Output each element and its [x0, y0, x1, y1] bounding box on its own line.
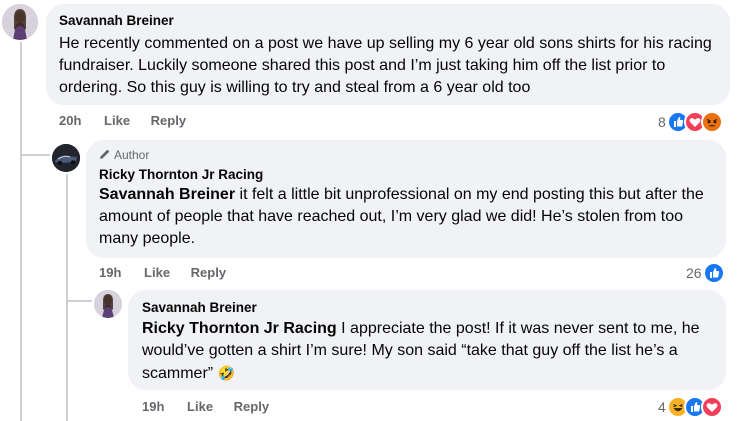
like-button[interactable]: Like: [144, 265, 170, 280]
like-button[interactable]: Like: [187, 399, 213, 414]
comment-text: He recently commented on a post we have …: [59, 35, 712, 96]
mention-link[interactable]: Savannah Breiner: [99, 186, 235, 203]
comment-timestamp[interactable]: 19h: [99, 265, 121, 280]
avatar-savannah[interactable]: [2, 4, 38, 40]
author-badge: Author: [99, 148, 149, 162]
rofl-emoji: 🤣: [217, 365, 235, 381]
thread-line-elbow-1: [20, 154, 50, 156]
pencil-icon: [100, 149, 110, 159]
reaction-count: 26: [686, 265, 702, 281]
avatar-ricky-thornton-jr-racing[interactable]: [52, 144, 80, 172]
reply-button[interactable]: Reply: [234, 399, 269, 414]
reply-button[interactable]: Reply: [191, 265, 226, 280]
comment-text: Savannah Breiner it felt a little bit un…: [99, 184, 719, 250]
reaction-count: 4: [658, 399, 666, 415]
angry-icon: [700, 111, 723, 133]
comment-actions-3: 19h Like Reply: [142, 399, 286, 414]
author-badge-label: Author: [114, 148, 150, 162]
reaction-count: 8: [658, 114, 666, 130]
comment-text: Ricky Thornton Jr Racing I appreciate th…: [142, 318, 720, 385]
comment-author-name[interactable]: Savannah Breiner: [142, 300, 257, 315]
comment-timestamp[interactable]: 20h: [59, 113, 81, 128]
thread-line-main: [20, 42, 22, 421]
comment-author-name[interactable]: Savannah Breiner: [59, 13, 174, 28]
mention-link[interactable]: Ricky Thornton Jr Racing: [142, 320, 337, 337]
like-button[interactable]: Like: [104, 113, 130, 128]
comment-actions-2: 19h Like Reply: [99, 265, 243, 280]
love-icon: [700, 396, 723, 418]
comment-actions-1: 20h Like Reply: [59, 113, 203, 128]
reaction-summary-2[interactable]: 26: [686, 262, 725, 284]
reaction-summary-1[interactable]: 8: [658, 111, 723, 133]
comment-author-name[interactable]: Ricky Thornton Jr Racing: [99, 167, 263, 182]
avatar-savannah[interactable]: [94, 290, 122, 318]
reply-button[interactable]: Reply: [151, 113, 186, 128]
comment-timestamp[interactable]: 19h: [142, 399, 164, 414]
reaction-summary-3[interactable]: 4: [658, 396, 723, 418]
like-icon: [702, 262, 725, 284]
thread-line-elbow-2: [66, 300, 92, 302]
thread-line-connector-1: [20, 132, 22, 156]
thread-line-sub: [66, 174, 68, 421]
